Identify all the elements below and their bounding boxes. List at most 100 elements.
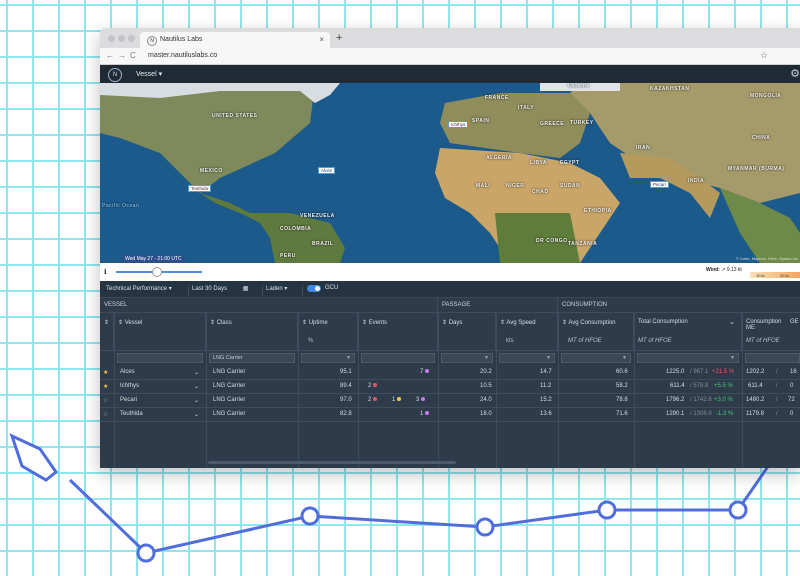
star-outline-icon[interactable]: ☆ bbox=[103, 397, 108, 404]
days-filter-input[interactable]: ▼ bbox=[441, 353, 493, 363]
condition-select[interactable]: Laden ▾ bbox=[266, 285, 303, 296]
map-label: ITALY bbox=[518, 105, 535, 111]
event-count-value: 1 bbox=[420, 411, 424, 417]
col-label: ⇕ Class bbox=[210, 320, 232, 326]
wind-scale-label: 20 kt bbox=[780, 273, 789, 278]
window-maximize-dot[interactable] bbox=[128, 35, 135, 42]
event-dot-icon bbox=[425, 369, 430, 374]
speed-value: 14.7 bbox=[540, 369, 552, 375]
table-row[interactable]: ★ Alces ⌄ LNG Carrier 95.1 7 20.2 14.7 6… bbox=[100, 366, 800, 380]
nautilus-logo[interactable]: N bbox=[108, 68, 122, 82]
col-header-vessel[interactable]: ⇕ Vessel bbox=[114, 313, 206, 351]
map-label: TANZANIA bbox=[568, 241, 598, 247]
total-consumption-filter-input[interactable]: ▼ bbox=[637, 353, 739, 363]
expand-chevron-icon[interactable]: ⌄ bbox=[194, 369, 199, 376]
map-label: BRAZIL bbox=[312, 241, 334, 247]
time-slider-handle[interactable] bbox=[152, 267, 162, 277]
horizontal-scrollbar[interactable] bbox=[208, 461, 456, 464]
new-tab-button[interactable]: + bbox=[336, 32, 342, 44]
vessel-marker-ichthys[interactable]: Ichthys bbox=[448, 121, 469, 128]
column-divider bbox=[298, 313, 299, 468]
forward-icon[interactable]: → bbox=[118, 51, 126, 60]
event-count-value: 1 bbox=[392, 397, 396, 403]
vessel-filter-input[interactable] bbox=[117, 353, 203, 363]
star-outline-icon[interactable]: ☆ bbox=[103, 411, 108, 418]
avg-consumption-value: 78.8 bbox=[616, 397, 628, 403]
expand-chevron-icon[interactable]: ⌄ bbox=[194, 397, 199, 404]
col-header-total-consumption[interactable]: Total Consumption ⌄ MT of HFOE bbox=[634, 313, 742, 351]
col-header-class[interactable]: ⇕ Class bbox=[206, 313, 298, 351]
info-icon[interactable]: ℹ bbox=[104, 268, 107, 276]
col-label: ⇕ bbox=[104, 320, 110, 326]
view-select[interactable]: Technical Performance ▾ bbox=[106, 285, 189, 296]
vessel-name[interactable]: Teuthida bbox=[120, 411, 143, 417]
star-icon[interactable]: ★ bbox=[103, 369, 108, 376]
event-count: 2 bbox=[368, 397, 378, 403]
speed-value: 13.6 bbox=[540, 411, 552, 417]
table-row[interactable]: ☆ Pecari ⌄ LNG Carrier 97.0 2 1 3 24.0 1… bbox=[100, 394, 800, 408]
filter-icon: ▼ bbox=[730, 355, 735, 361]
event-count-value: 2 bbox=[368, 383, 372, 389]
col-header-star[interactable]: ⇕ bbox=[100, 313, 114, 351]
map-label: VENEZUELA bbox=[300, 213, 335, 219]
gear-icon[interactable]: ⚙ bbox=[790, 67, 800, 80]
class-filter-input[interactable]: LNG Carrier bbox=[209, 353, 295, 363]
col-unit: kts bbox=[506, 338, 514, 344]
event-dot-icon bbox=[397, 397, 402, 402]
col-header-uptime[interactable]: ⇕ Uptime% bbox=[298, 313, 358, 351]
date-range-select[interactable]: Last 30 Days ▦ bbox=[192, 285, 263, 296]
col-header-events[interactable]: ⇕ Events bbox=[358, 313, 438, 351]
map-label: SUDAN bbox=[560, 183, 581, 189]
gcu-label: GCU bbox=[325, 285, 339, 291]
event-dot-icon bbox=[421, 397, 426, 402]
vessel-name[interactable]: Pecari bbox=[120, 397, 137, 403]
avg-consumption-filter-input[interactable]: ▼ bbox=[561, 353, 631, 363]
weather-map[interactable]: UNITED STATES MEXICO VENEZUELA COLOMBIA … bbox=[100, 83, 800, 263]
vessel-marker-teuthida[interactable]: Teuthida bbox=[188, 185, 212, 192]
gcu-toggle[interactable] bbox=[307, 285, 321, 292]
col-header-days[interactable]: ⇕ Days bbox=[438, 313, 496, 351]
total-reference: / 987.1 bbox=[690, 369, 709, 375]
table-row[interactable]: ☆ Teuthida ⌄ LNG Carrier 82.8 1 18.0 13.… bbox=[100, 408, 800, 422]
uptime-filter-input[interactable]: ▼ bbox=[301, 353, 355, 363]
chevron-down-icon[interactable]: ⌄ bbox=[729, 318, 735, 326]
group-header-vessel: VESSEL bbox=[100, 298, 438, 313]
group-header-consumption: CONSUMPTION bbox=[558, 298, 800, 313]
vessel-name[interactable]: Ichthys bbox=[120, 383, 139, 389]
window-close-dot[interactable] bbox=[108, 35, 115, 42]
col-header-avg-speed[interactable]: ⇕ Avg Speed kts bbox=[496, 313, 558, 351]
avg-consumption-value: 71.6 bbox=[616, 411, 628, 417]
star-icon[interactable]: ★ bbox=[103, 383, 108, 390]
separator: / bbox=[776, 411, 778, 417]
time-label: Wed May 27 - 21:00 UTC bbox=[122, 255, 185, 263]
days-value: 10.5 bbox=[480, 383, 492, 389]
col-header-avg-consumption[interactable]: ⇕ Avg Consumption MT of HFOE bbox=[558, 313, 634, 351]
vessel-marker-alces[interactable]: Alces bbox=[318, 167, 336, 174]
map-label: PERU bbox=[280, 253, 296, 259]
column-divider bbox=[206, 313, 207, 468]
bookmark-star-icon[interactable]: ☆ bbox=[760, 50, 768, 61]
me-filter-input[interactable] bbox=[745, 353, 800, 363]
vessel-selector[interactable]: Vessel ▾ bbox=[136, 70, 162, 78]
expand-chevron-icon[interactable]: ⌄ bbox=[194, 411, 199, 418]
window-minimize-dot[interactable] bbox=[118, 35, 125, 42]
map-label: ALGERIA bbox=[486, 155, 512, 161]
days-value: 20.2 bbox=[480, 369, 492, 375]
col-unit: MT of HFOE bbox=[638, 338, 672, 344]
events-filter-input[interactable] bbox=[361, 353, 435, 363]
vessel-name[interactable]: Alces bbox=[120, 369, 135, 375]
url-input[interactable]: master.nautiluslabs.co bbox=[148, 52, 217, 59]
speed-filter-input[interactable]: ▼ bbox=[499, 353, 555, 363]
vessel-marker-pecari[interactable]: Pecari bbox=[650, 181, 669, 188]
back-icon[interactable]: ← bbox=[106, 51, 114, 60]
expand-chevron-icon[interactable]: ⌄ bbox=[194, 383, 199, 390]
col-header-consumption-me[interactable]: Consumption ME GE MT of HFOE bbox=[742, 313, 800, 351]
browser-tab[interactable]: N Nautilus Labs × bbox=[140, 32, 330, 48]
table-row[interactable]: ★ Ichthys ⌄ LNG Carrier 89.4 2 10.5 11.2… bbox=[100, 380, 800, 394]
tab-close-icon[interactable]: × bbox=[319, 35, 324, 44]
event-count: 3 bbox=[416, 397, 426, 403]
reload-icon[interactable]: C bbox=[130, 51, 136, 60]
vessel-class: LNG Carrier bbox=[213, 383, 246, 389]
map-label: SPAIN bbox=[472, 118, 490, 124]
column-divider bbox=[634, 313, 635, 468]
